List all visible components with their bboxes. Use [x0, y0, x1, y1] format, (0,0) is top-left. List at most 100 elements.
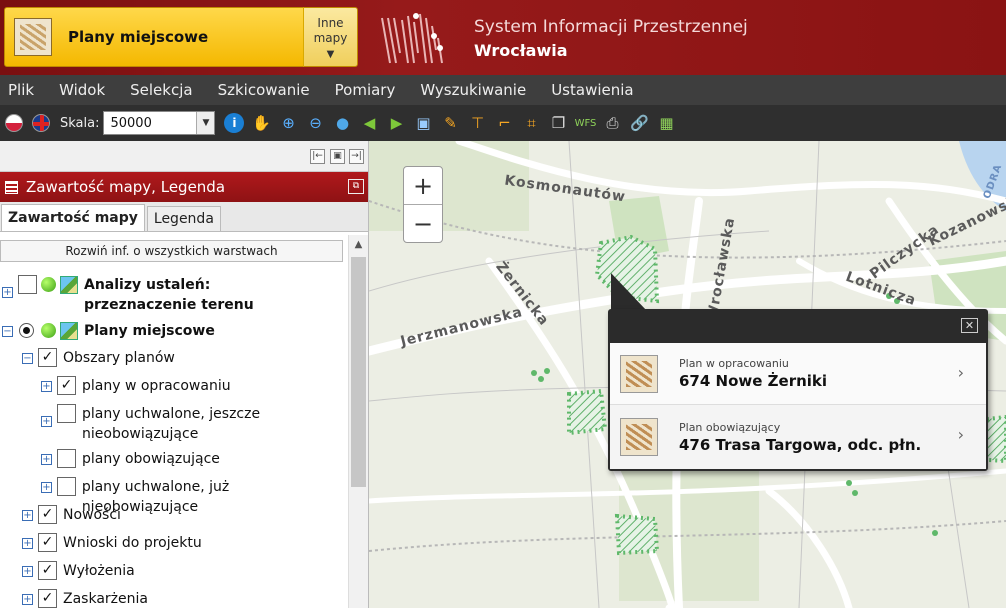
wroclaw-logo-icon	[381, 13, 443, 64]
expand-plus-icon[interactable]: +	[41, 416, 52, 427]
expand-plus-icon[interactable]: +	[41, 454, 52, 465]
layer-node: − Plany miejscowe	[2, 321, 215, 341]
panel-scrollbar[interactable]: ▲	[348, 235, 368, 608]
popup-item[interactable]: Plan w opracowaniu 674 Nowe Żerniki ›	[610, 343, 986, 405]
layer-checkbox[interactable]: ✓	[57, 376, 76, 395]
scroll-up-icon[interactable]: ▲	[349, 235, 368, 255]
previous-extent-button[interactable]: ◀	[358, 112, 380, 134]
zoom-control: + −	[403, 166, 443, 243]
layer-checkbox[interactable]: ✓	[38, 505, 57, 524]
layer-checkbox[interactable]: ✓	[38, 533, 57, 552]
layer-checkbox[interactable]: ✓	[38, 561, 57, 580]
zoom-out-tool-button[interactable]: ⊖	[304, 112, 326, 134]
menu-pomiary[interactable]: Pomiary	[327, 81, 408, 99]
expand-all-layers-button[interactable]: Rozwiń inf. o wszystkich warstwach	[0, 240, 343, 262]
next-extent-button[interactable]: ▶	[385, 112, 407, 134]
pan-button[interactable]: ✋	[250, 112, 272, 134]
collapse-minus-icon[interactable]: −	[22, 353, 33, 364]
scale-select[interactable]: 50000 ▼	[103, 111, 216, 135]
back-arrow-icon: ◀	[363, 114, 376, 132]
other-maps-label-line1: Inne	[317, 16, 344, 30]
zoom-out-icon: ⊖	[309, 114, 322, 132]
sketch-button[interactable]: ✎	[439, 112, 461, 134]
expand-plus-icon[interactable]: +	[41, 381, 52, 392]
wfs-button[interactable]: WFS	[574, 112, 597, 134]
layer-label: plany uchwalone, jeszcze nieobowiązujące	[82, 406, 261, 442]
layer-visible-icon	[41, 277, 56, 292]
full-extent-button[interactable]: ●	[331, 112, 353, 134]
expand-plus-icon[interactable]: +	[22, 538, 33, 549]
chevron-down-icon[interactable]: ▼	[196, 112, 215, 134]
zoom-in-tool-button[interactable]: ⊕	[277, 112, 299, 134]
layer-node: + ✓ Nowości	[22, 505, 121, 525]
menu-ustawienia[interactable]: Ustawienia	[543, 81, 645, 99]
expand-plus-icon[interactable]: +	[22, 510, 33, 521]
menu-wyszukiwanie[interactable]: Wyszukiwanie	[412, 81, 538, 99]
expand-plus-icon[interactable]: +	[22, 566, 33, 577]
layers-icon: ❐	[551, 114, 566, 132]
layer-checkbox[interactable]: ✓	[38, 589, 57, 608]
other-maps-button[interactable]: Inne mapy ▼	[303, 7, 358, 67]
other-maps-label-line2: mapy	[313, 31, 348, 45]
measure-distance-button[interactable]: ⊤	[466, 112, 488, 134]
feature-popup: ✕ Plan w opracowaniu 674 Nowe Żerniki › …	[608, 309, 988, 471]
expand-plus-icon[interactable]: +	[41, 482, 52, 493]
info-icon: i	[224, 113, 245, 133]
tab-legend[interactable]: Legenda	[146, 206, 221, 231]
menu-widok[interactable]: Widok	[51, 81, 117, 99]
polish-flag-icon	[5, 114, 23, 132]
expand-panel-button[interactable]: →|	[349, 149, 364, 164]
link-button[interactable]: 🔗	[628, 112, 650, 134]
panel-controls: |← ▣ →|	[0, 141, 368, 172]
zoom-in-button[interactable]: +	[404, 167, 442, 205]
layer-checkbox[interactable]: ✓	[38, 348, 57, 367]
collapse-minus-icon[interactable]: −	[2, 326, 13, 337]
print-button[interactable]: ⎙	[601, 112, 623, 134]
select-button[interactable]: ▣	[412, 112, 434, 134]
layer-checkbox[interactable]	[57, 449, 76, 468]
plan-map-icon	[620, 354, 658, 393]
export-button[interactable]: ▦	[655, 112, 677, 134]
collapse-left-button[interactable]: |←	[310, 149, 325, 164]
menu-szkicowanie[interactable]: Szkicowanie	[210, 81, 322, 99]
restore-panel-button[interactable]: ▣	[330, 149, 345, 164]
layer-label: Obszary planów	[63, 350, 175, 366]
current-map-selector[interactable]: Plany miejscowe	[4, 7, 304, 67]
scrollbar-thumb[interactable]	[351, 257, 366, 487]
panel-tabs: Zawartość mapy Legenda	[0, 202, 368, 232]
menu-selekcja[interactable]: Selekcja	[122, 81, 204, 99]
layers-button[interactable]: ❐	[547, 112, 569, 134]
layer-checkbox[interactable]	[57, 404, 76, 423]
hand-icon: ✋	[252, 114, 271, 132]
layer-node: + plany obowiązujące	[41, 449, 220, 469]
layer-radio[interactable]	[19, 323, 34, 338]
layer-node: + plany uchwalone, jeszcze nieobowiązują…	[41, 404, 341, 444]
select-icon: ▣	[416, 114, 431, 132]
zoom-out-button[interactable]: −	[404, 205, 442, 243]
info-button[interactable]: i	[223, 112, 245, 134]
layer-visible-icon	[41, 323, 56, 338]
detach-panel-button[interactable]: ⧉	[348, 179, 364, 194]
scale-value: 50000	[110, 115, 152, 131]
layer-label: plany w opracowaniu	[82, 378, 231, 394]
language-en-button[interactable]	[30, 112, 52, 134]
current-map-title: Plany miejscowe	[68, 28, 209, 46]
map-view[interactable]: Kosmonautów Żernicka Jerzmanowska Pilczy…	[369, 141, 1006, 608]
layer-checkbox[interactable]	[56, 477, 76, 496]
menu-bar: Plik Widok Selekcja Szkicowanie Pomiary …	[0, 75, 1006, 105]
system-title-line1: System Informacji Przestrzennej	[474, 17, 748, 37]
crop-button[interactable]: ⌗	[520, 112, 542, 134]
expand-plus-icon[interactable]: +	[2, 287, 13, 298]
expand-plus-icon[interactable]: +	[22, 594, 33, 605]
measure-angle-button[interactable]: ⌐	[493, 112, 515, 134]
layer-checkbox[interactable]	[18, 275, 37, 294]
close-icon[interactable]: ✕	[961, 318, 978, 333]
zoom-in-icon: ⊕	[282, 114, 295, 132]
popup-item[interactable]: Plan obowiązujący 476 Trasa Targowa, odc…	[610, 405, 986, 469]
tab-map-contents[interactable]: Zawartość mapy	[1, 204, 145, 231]
language-pl-button[interactable]	[3, 112, 25, 134]
menu-plik[interactable]: Plik	[0, 81, 46, 99]
layer-label: plany obowiązujące	[82, 451, 220, 467]
layer-node: + Analizy ustaleń: przeznaczenie terenu	[2, 275, 342, 315]
plan-status: Plan obowiązujący	[679, 420, 781, 434]
